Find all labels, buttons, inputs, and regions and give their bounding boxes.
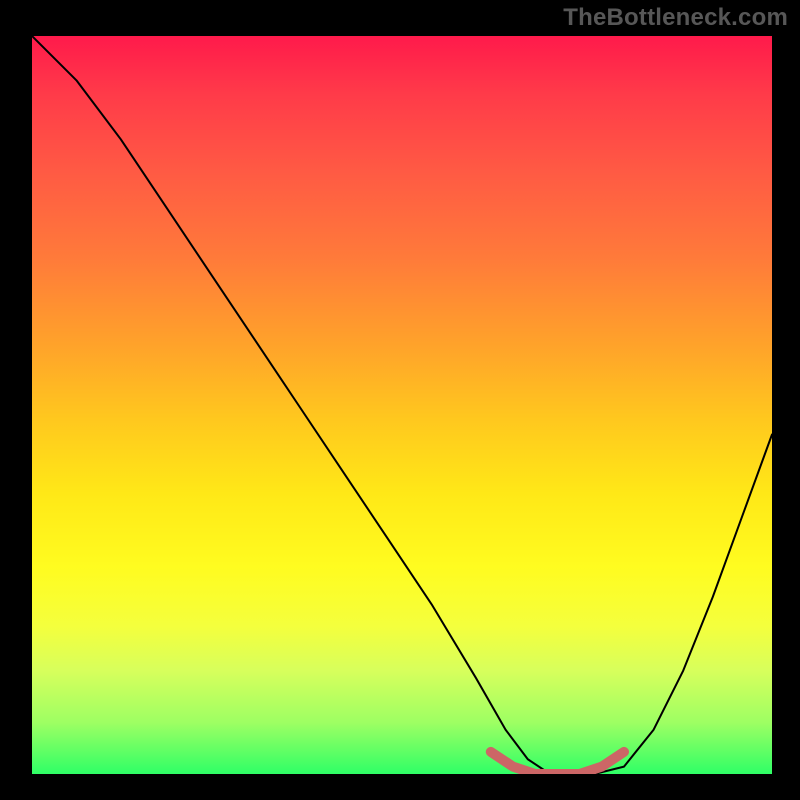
watermark-text: TheBottleneck.com bbox=[563, 4, 788, 32]
plot-area bbox=[32, 36, 772, 774]
trough-marker bbox=[32, 36, 772, 774]
chart-container: TheBottleneck.com bbox=[0, 0, 800, 800]
